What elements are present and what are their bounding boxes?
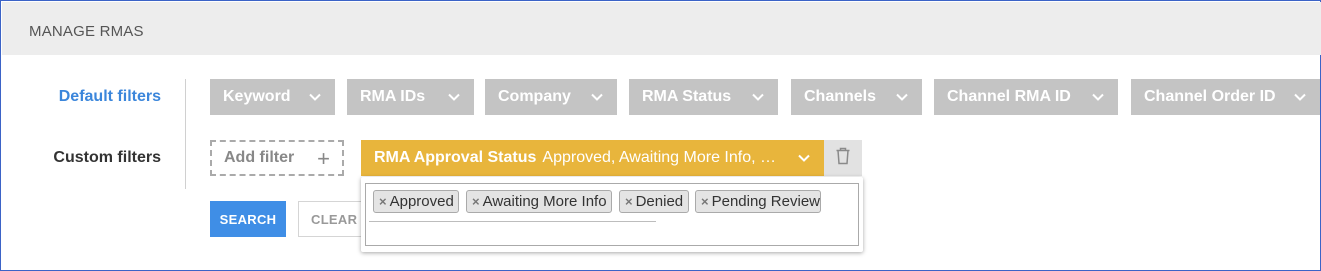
- chevron-down-icon: [750, 89, 766, 105]
- filter-chip-label: Keyword: [223, 88, 291, 105]
- filter-chip-label: Company: [498, 88, 571, 105]
- selected-tag-awaiting-more-info: × Awaiting More Info: [466, 190, 612, 213]
- chevron-down-icon: [446, 89, 462, 105]
- filter-chip-label: Channels: [804, 88, 877, 105]
- custom-filter-rma-approval-status[interactable]: RMA Approval Status Approved, Awaiting M…: [361, 140, 824, 176]
- chevron-down-icon: [307, 89, 323, 105]
- approval-status-multiselect[interactable]: × Approved × Awaiting More Info × Denied…: [365, 183, 859, 246]
- tag-label: Approved: [389, 193, 454, 210]
- filter-chip-label: RMA IDs: [360, 88, 426, 105]
- remove-tag-icon[interactable]: ×: [379, 194, 387, 209]
- multiselect-search-input[interactable]: [369, 221, 656, 222]
- chevron-down-icon: [1090, 89, 1106, 105]
- remove-tag-icon[interactable]: ×: [472, 194, 480, 209]
- panel-header: MANAGE RMAS: [2, 2, 1321, 55]
- chevron-down-icon: [894, 89, 910, 105]
- plus-icon: +: [317, 146, 330, 171]
- tag-label: Awaiting More Info: [482, 193, 607, 210]
- tag-label: Pending Review: [711, 193, 820, 210]
- filter-chip-channel-rma-id[interactable]: Channel RMA ID: [934, 79, 1118, 115]
- chevron-down-icon: [1292, 89, 1308, 105]
- filter-chip-label: RMA Status: [642, 88, 732, 105]
- filter-chip-channel-order-id[interactable]: Channel Order ID: [1131, 79, 1320, 115]
- filter-chip-channels[interactable]: Channels: [791, 79, 922, 115]
- add-filter-label: Add filter: [224, 149, 295, 166]
- filter-chip-keyword[interactable]: Keyword: [210, 79, 335, 115]
- chevron-down-icon: [796, 150, 812, 166]
- default-filters-label: Default filters: [58, 88, 161, 105]
- selected-tag-approved: × Approved: [373, 190, 459, 213]
- clear-button[interactable]: CLEAR: [298, 201, 368, 237]
- chevron-down-icon: [589, 89, 605, 105]
- custom-filter-name: RMA Approval Status: [374, 149, 537, 166]
- filter-chip-label: Channel Order ID: [1144, 88, 1276, 105]
- trash-icon: [835, 147, 851, 170]
- remove-tag-icon[interactable]: ×: [701, 194, 709, 209]
- filter-chip-rma-ids[interactable]: RMA IDs: [347, 79, 474, 115]
- selected-tag-denied: × Denied: [619, 190, 689, 213]
- delete-filter-button[interactable]: [824, 140, 862, 176]
- selected-tag-pending-review: × Pending Review: [695, 190, 821, 213]
- add-filter-button[interactable]: Add filter +: [210, 140, 344, 176]
- manage-rmas-panel: MANAGE RMAS Default filters Custom filte…: [0, 0, 1321, 271]
- approval-status-dropdown: × Approved × Awaiting More Info × Denied…: [361, 177, 863, 252]
- filters-divider: [185, 79, 186, 189]
- page-title: MANAGE RMAS: [29, 23, 144, 40]
- filter-chip-company[interactable]: Company: [485, 79, 617, 115]
- custom-filter-value: Approved, Awaiting More Info, Denied, Pe…: [542, 149, 782, 166]
- filter-chip-label: Channel RMA ID: [947, 88, 1071, 105]
- remove-tag-icon[interactable]: ×: [625, 194, 633, 209]
- filter-chip-rma-status[interactable]: RMA Status: [629, 79, 778, 115]
- search-button[interactable]: SEARCH: [210, 201, 286, 237]
- tag-label: Denied: [635, 193, 684, 210]
- custom-filters-label: Custom filters: [53, 149, 161, 166]
